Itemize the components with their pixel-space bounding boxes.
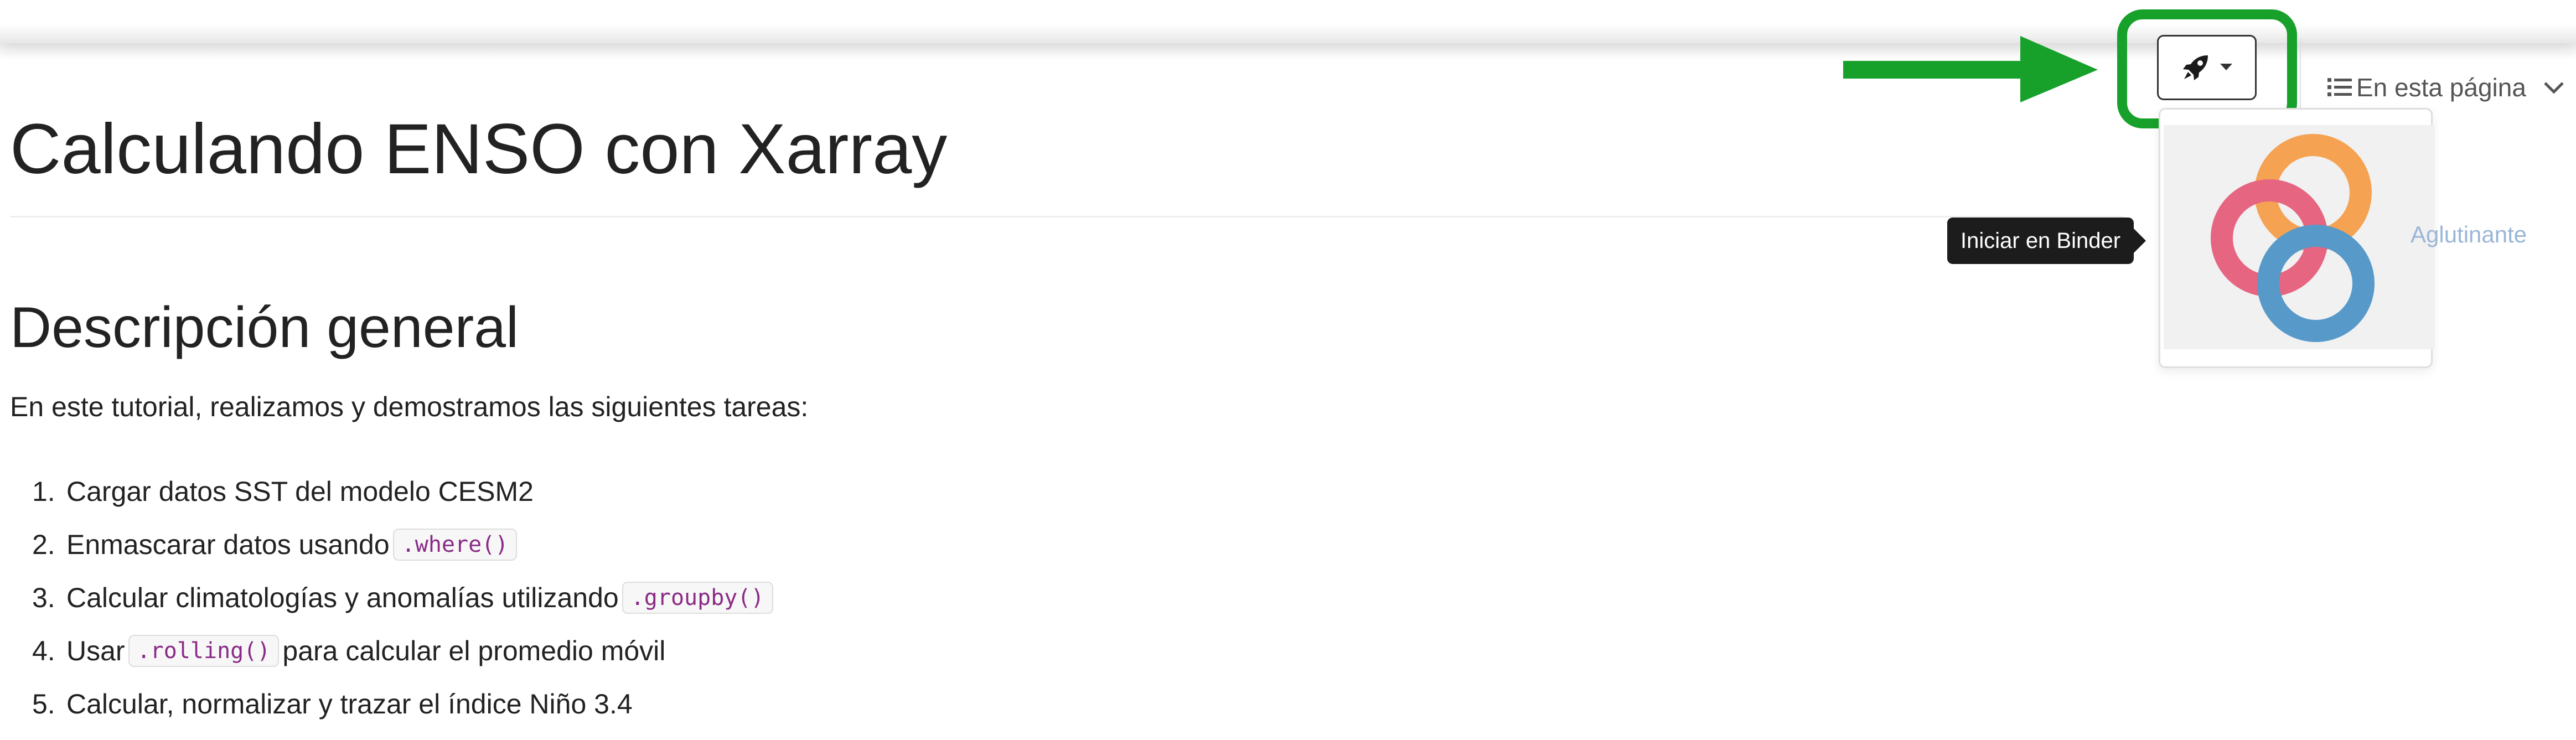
- list-item-text: Calcular climatologías y anomalías utili…: [66, 582, 619, 613]
- binder-logo-icon: [2211, 134, 2375, 342]
- list-item-number: 2.: [32, 529, 55, 560]
- inline-code: .where(): [392, 529, 518, 561]
- list-item-text: Enmascarar datos usando: [66, 529, 390, 560]
- list-item: 5. Calcular, normalizar y trazar el índi…: [32, 677, 777, 731]
- list-item-text: Usar: [66, 635, 125, 666]
- page: Calculando ENSO con Xarray Descripción g…: [0, 0, 2576, 740]
- list-item-text: Calcular, normalizar y trazar el índice …: [66, 689, 633, 720]
- tooltip-launch-binder: Iniciar en Binder: [1947, 218, 2146, 264]
- list-item-number: 1.: [32, 476, 55, 507]
- binder-label[interactable]: Aglutinante: [2411, 221, 2527, 248]
- list-item-text-after: para calcular el promedio móvil: [282, 635, 666, 666]
- chevron-down-icon: [2544, 82, 2564, 94]
- list-item-number: 5.: [32, 689, 55, 720]
- list-item: 2. Enmascarar datos usando .where(): [32, 518, 777, 571]
- launch-dropdown-menu: [2159, 108, 2435, 368]
- binder-launch-item[interactable]: [2160, 122, 2435, 354]
- list-item: 4. Usar .rolling() para calcular el prom…: [32, 624, 777, 677]
- list-item-number: 4.: [32, 635, 55, 666]
- annotation-arrow-icon: [1843, 36, 2098, 102]
- page-title: Calculando ENSO con Xarray: [10, 110, 948, 189]
- list-item: 3. Calcular climatologías y anomalías ut…: [32, 571, 777, 624]
- task-list: 1. Cargar datos SST del modelo CESM2 2. …: [32, 465, 777, 731]
- list-item: 1. Cargar datos SST del modelo CESM2: [32, 465, 777, 518]
- list-item-number: 3.: [32, 582, 55, 613]
- list-icon: [2327, 78, 2352, 96]
- intro-paragraph: En este tutorial, realizamos y demostram…: [10, 391, 809, 422]
- section-heading-overview: Descripción general: [10, 296, 519, 360]
- toc-toggle[interactable]: En esta página: [2327, 65, 2565, 110]
- title-divider: [10, 216, 2124, 218]
- list-item-text: Cargar datos SST del modelo CESM2: [66, 476, 534, 507]
- toc-label: En esta página: [2356, 73, 2526, 102]
- inline-code: .groupby(): [622, 582, 773, 614]
- inline-code: .rolling(): [128, 635, 280, 667]
